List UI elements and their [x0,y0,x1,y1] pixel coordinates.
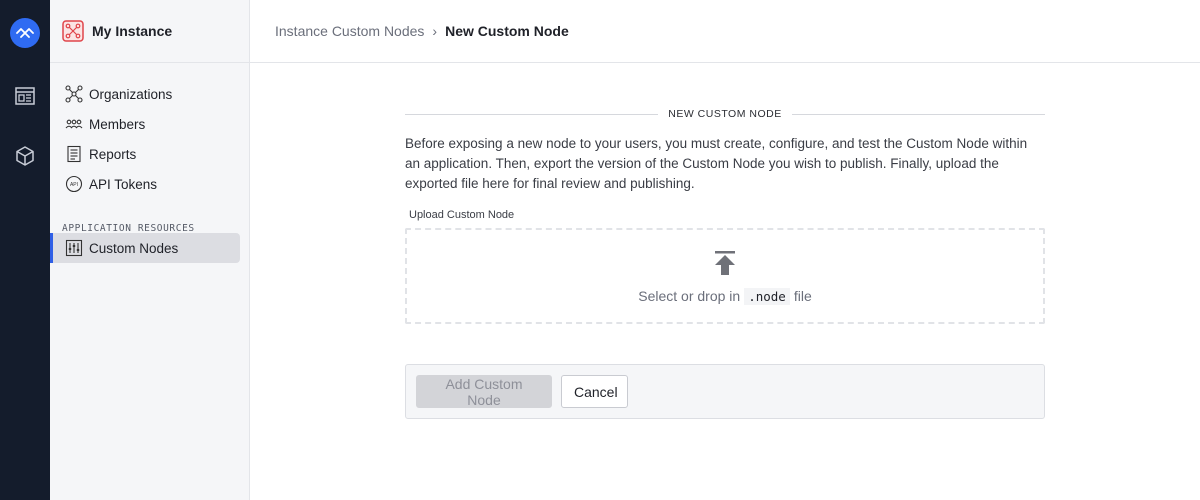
instance-icon [62,20,84,42]
api-icon: API [65,175,83,193]
form-description: Before exposing a new node to your users… [405,136,1028,191]
sidebar-item-label: Organizations [89,86,173,102]
dropzone-suffix: file [793,287,812,304]
sidebar-item-api-tokens[interactable]: API API Tokens [50,169,249,199]
svg-text:API: API [70,182,78,188]
form-actions: Add Custom Node Cancel [405,364,1045,419]
breadcrumb-parent-link[interactable]: Instance Custom Nodes [275,23,424,39]
file-extension: .node [744,287,790,305]
new-custom-node-form: NEW CUSTOM NODE Before exposing a new no… [405,100,1045,419]
sidebar-nav: Organizations Members Reports API API To… [50,63,249,199]
sidebar: My Instance Organizations Members Report… [50,0,250,500]
upload-label: Upload Custom Node [409,209,515,221]
cancel-button[interactable]: Cancel [561,375,628,408]
sidebar-item-custom-nodes[interactable]: Custom Nodes [50,233,240,263]
sidebar-item-reports[interactable]: Reports [50,139,249,169]
file-dropzone[interactable]: Select or drop in .node file [405,228,1045,324]
dashboard-icon[interactable] [12,83,38,109]
organizations-icon [65,85,83,103]
instance-logo-icon[interactable] [10,18,40,48]
section-title: NEW CUSTOM NODE [405,100,1045,128]
cube-icon[interactable] [12,143,38,169]
page-title: New Custom Node [445,23,569,39]
sidebar-item-organizations[interactable]: Organizations [50,79,249,109]
section-label-application-resources: APPLICATION RESOURCES [62,223,195,234]
sidebar-item-label: Reports [89,146,137,162]
sidebar-item-members[interactable]: Members [50,109,249,139]
instance-name: My Instance [92,23,173,39]
upload-icon [713,250,737,282]
dropzone-text: Select or drop in .node file [638,287,812,305]
sliders-icon [65,239,83,257]
instance-header[interactable]: My Instance [50,0,249,63]
sidebar-item-label: Members [89,116,146,132]
icon-rail [0,0,50,500]
section-title-text: NEW CUSTOM NODE [658,108,792,120]
sidebar-item-label: API Tokens [89,176,158,192]
add-custom-node-button[interactable]: Add Custom Node [416,375,552,408]
breadcrumb-separator: › [432,23,438,39]
members-icon [65,115,83,133]
sidebar-item-label: Custom Nodes [89,240,179,256]
reports-icon [65,145,83,163]
breadcrumb: Instance Custom Nodes › New Custom Node [250,0,1200,63]
dropzone-prefix: Select or drop in [638,287,741,304]
